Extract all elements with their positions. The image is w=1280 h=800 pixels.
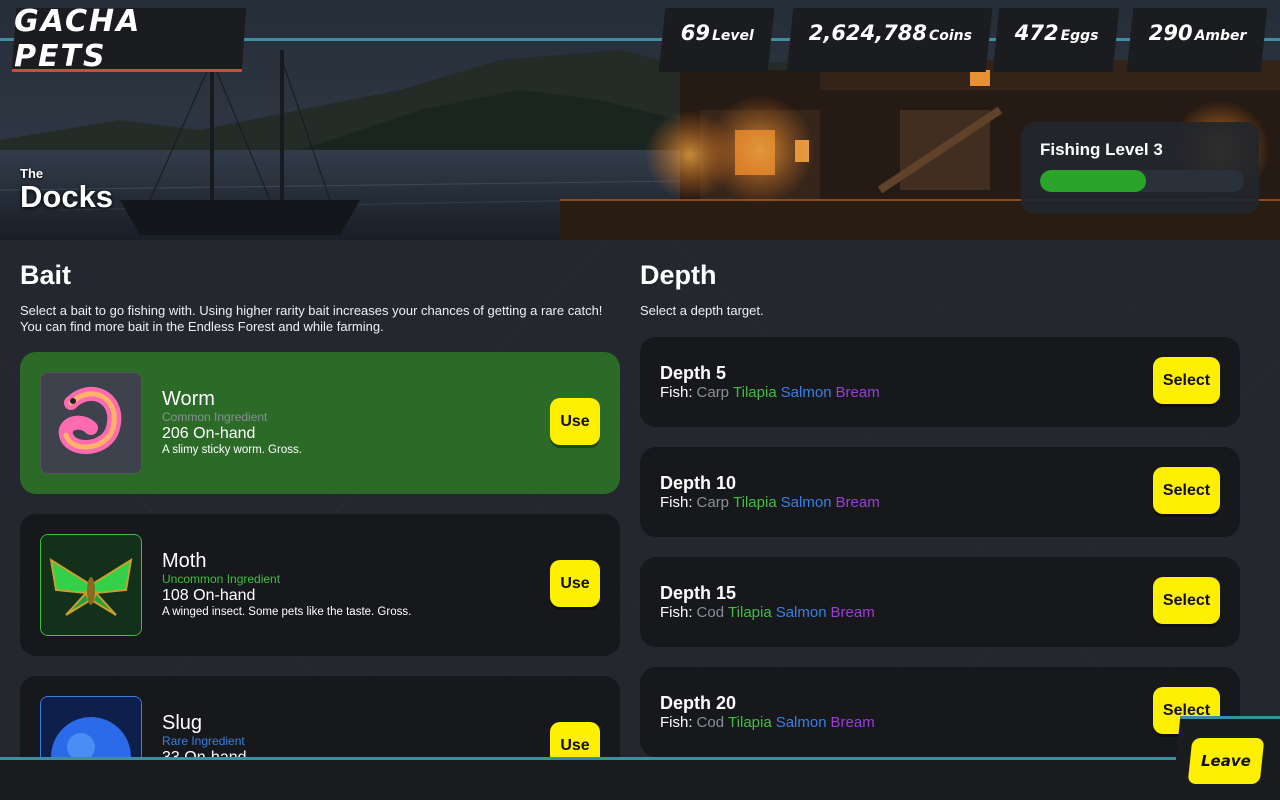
location-title: The Docks — [20, 166, 113, 213]
depth-card[interactable]: Depth 5 Fish: Carp Tilapia Salmon Bream Sele… — [640, 337, 1240, 427]
bait-name: Worm — [162, 388, 215, 410]
fish-name: Carp — [696, 384, 730, 401]
depth-description: Select a depth target. — [640, 303, 764, 318]
bait-heading: Bait — [20, 260, 72, 290]
depth-fish-list: Fish: Cod Tilapia Salmon Bream — [660, 604, 879, 621]
depth-title: Depth 10 — [660, 473, 737, 493]
depth-fish-list: Fish: Cod Tilapia Salmon Bream — [660, 714, 879, 731]
fishing-progress-fill — [1040, 170, 1147, 192]
fish-name: Bream — [835, 494, 880, 511]
bait-rarity: Rare Ingredient — [162, 734, 245, 748]
select-button[interactable]: Select — [1153, 357, 1220, 404]
fish-name: Tilapia — [733, 384, 777, 401]
stat-level: 69 Level — [658, 8, 775, 72]
bait-rarity: Uncommon Ingredient — [162, 572, 281, 586]
fishing-progress-bar — [1040, 170, 1244, 192]
stat-eggs: 472 Eggs — [992, 8, 1120, 72]
fish-name: Bream — [830, 604, 875, 621]
bait-description: Select a bait to go fishing with. Using … — [20, 303, 603, 334]
fish-prefix: Fish: — [660, 494, 693, 511]
footer-bar — [0, 757, 1280, 800]
fish-prefix: Fish: — [660, 604, 693, 621]
fish-name: Carp — [696, 494, 730, 511]
stat-value: 69 — [680, 21, 710, 45]
fish-name: Salmon — [780, 384, 832, 401]
stat-unit: Amber — [1194, 28, 1247, 44]
use-button[interactable]: Use — [550, 398, 600, 445]
select-button[interactable]: Select — [1153, 467, 1220, 514]
worm-icon — [40, 372, 142, 474]
bait-info: Slug Rare Ingredient 33 On-hand — [162, 712, 247, 757]
stat-amber: 290 Amber — [1126, 8, 1268, 72]
app-title: GACHA PETS — [14, 3, 142, 74]
bait-name: Moth — [162, 550, 207, 572]
stat-value: 472 — [1014, 21, 1059, 45]
fish-prefix: Fish: — [660, 714, 693, 731]
leave-label: Leave — [1201, 752, 1251, 770]
fish-name: Bream — [835, 384, 880, 401]
bait-card-slug[interactable]: Slug Rare Ingredient 33 On-hand Use — [20, 676, 620, 757]
depth-section: Depth Select a depth target. Depth 5 Fis… — [640, 260, 1240, 757]
bait-card-moth[interactable]: Moth Uncommon Ingredient 108 On-hand A w… — [20, 514, 620, 656]
bait-count: 33 On-hand — [162, 748, 247, 757]
header-banner: GACHA PETS 69 Level 2,624,788 Coins 472 Egg… — [0, 0, 1280, 240]
depth-fish-list: Fish: Carp Tilapia Salmon Bream — [660, 494, 884, 511]
main-content: Bait Select a bait to go fishing with. U… — [0, 240, 1280, 757]
stat-value: 2,624,788 — [808, 21, 927, 45]
fish-name: Salmon — [780, 494, 832, 511]
fish-name: Tilapia — [728, 604, 772, 621]
use-button[interactable]: Use — [550, 560, 600, 607]
fishing-level-panel: Fishing Level 3 — [1021, 122, 1259, 214]
depth-title: Depth 15 — [660, 583, 737, 603]
fish-name: Cod — [696, 714, 725, 731]
fishing-level-label: Fishing Level 3 — [1040, 140, 1163, 159]
depth-title: Depth 5 — [660, 363, 727, 383]
footer-divider-line — [0, 757, 1180, 760]
depth-title: Depth 20 — [660, 693, 737, 713]
bait-count: 206 On-hand — [162, 425, 256, 442]
stat-unit: Level — [711, 28, 754, 44]
stat-unit: Eggs — [1060, 28, 1099, 44]
depth-heading: Depth — [640, 260, 717, 290]
fish-name: Tilapia — [733, 494, 777, 511]
fish-name: Cod — [696, 604, 725, 621]
fish-name: Salmon — [775, 714, 827, 731]
bait-desc: A winged insect. Some pets like the tast… — [162, 606, 412, 618]
fish-name: Tilapia — [728, 714, 772, 731]
stat-unit: Coins — [928, 28, 972, 44]
bait-info: Worm Common Ingredient 206 On-hand A sli… — [162, 388, 302, 458]
bait-card-worm[interactable]: Worm Common Ingredient 206 On-hand A sli… — [20, 352, 620, 494]
select-button[interactable]: Select — [1153, 577, 1220, 624]
depth-fish-list: Fish: Carp Tilapia Salmon Bream — [660, 384, 884, 401]
stat-coins: 2,624,788 Coins — [786, 8, 993, 72]
bait-info: Moth Uncommon Ingredient 108 On-hand A w… — [162, 550, 411, 620]
bait-desc: A slimy sticky worm. Gross. — [162, 444, 302, 456]
bait-rarity: Common Ingredient — [162, 410, 268, 424]
stat-value: 290 — [1148, 21, 1193, 45]
fish-name: Salmon — [775, 604, 827, 621]
bait-count: 108 On-hand — [162, 587, 256, 604]
fish-prefix: Fish: — [660, 384, 693, 401]
slug-icon — [40, 696, 142, 757]
bait-name: Slug — [162, 712, 203, 734]
depth-card[interactable]: Depth 20 Fish: Cod Tilapia Salmon Bream Sele… — [640, 667, 1240, 757]
moth-icon — [40, 534, 142, 636]
fish-name: Bream — [830, 714, 875, 731]
leave-button[interactable]: Leave — [1187, 738, 1265, 784]
game-logo: GACHA PETS — [11, 4, 247, 74]
depth-card[interactable]: Depth 10 Fish: Carp Tilapia Salmon Bream Sel… — [640, 447, 1240, 537]
location-name: Docks — [20, 179, 114, 214]
depth-card[interactable]: Depth 15 Fish: Cod Tilapia Salmon Bream Sele… — [640, 557, 1240, 647]
use-button[interactable]: Use — [550, 722, 600, 757]
bait-section: Bait Select a bait to go fishing with. U… — [20, 260, 620, 757]
